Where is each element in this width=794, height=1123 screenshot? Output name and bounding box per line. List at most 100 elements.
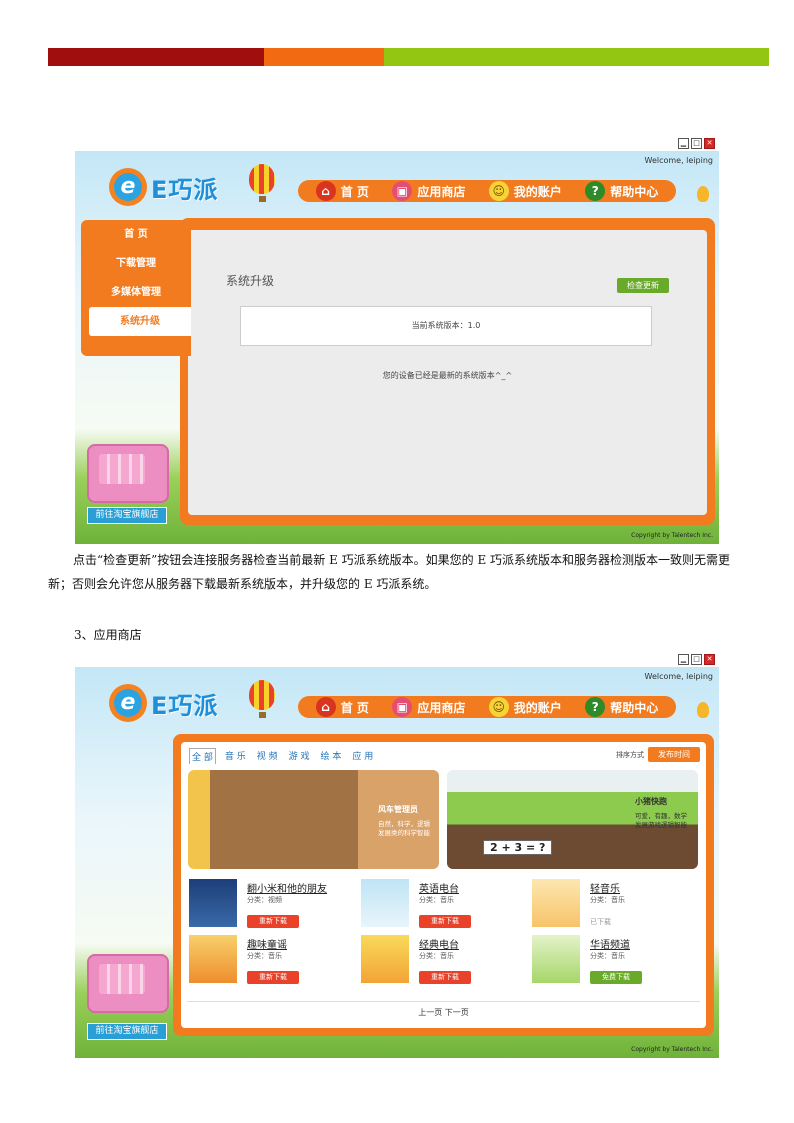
balloon-icon (249, 680, 275, 710)
store-icon: ▣ (392, 181, 413, 201)
tab-games[interactable]: 游 戏 (287, 748, 312, 764)
home-icon: ⌂ (315, 697, 336, 717)
minimize-icon[interactable]: ▁ (678, 654, 689, 665)
app-name[interactable]: 英语电台 (419, 880, 459, 895)
tab-music[interactable]: 音 乐 (223, 748, 248, 764)
logo-text: E巧派 (151, 175, 219, 204)
list-item: 英语电台 分类：音乐 重新下载 (361, 879, 521, 929)
title-bar: ▁ □ ✕ (75, 650, 719, 667)
featured-banner-windmill[interactable]: 风车管理员 自然，科学，逻辑发展类的科学智能 (188, 770, 439, 869)
app-category: 分类：音乐 (590, 896, 625, 904)
tab-picture-books[interactable]: 绘 本 (319, 748, 344, 764)
nav-help-center[interactable]: ? 帮助中心 (585, 181, 658, 201)
nav-my-account[interactable]: ☺ 我的账户 (488, 697, 562, 717)
close-icon[interactable]: ✕ (704, 138, 715, 149)
upgrade-panel: 系统升级 检查更新 当前系统版本：1.0 您的设备已经是最新的系统版本^_^ (188, 230, 707, 515)
maximize-icon[interactable]: □ (691, 654, 702, 665)
latest-version-message: 您的设备已经是最新的系统版本^_^ (382, 371, 513, 380)
help-icon: ? (585, 181, 606, 201)
redownload-button[interactable]: 重新下载 (247, 915, 299, 928)
section-heading-app-store: 3、应用商店 (74, 628, 142, 642)
tab-all[interactable]: 全 部 (189, 748, 216, 764)
app-category: 分类：音乐 (419, 952, 454, 960)
tab-video[interactable]: 视 频 (255, 748, 280, 764)
lightbulb-icon (697, 702, 709, 718)
app-thumbnail[interactable] (361, 879, 409, 927)
balloon-basket (259, 712, 266, 718)
app-name[interactable]: 经典电台 (419, 936, 459, 951)
app-logo: e E巧派 (109, 166, 218, 208)
copyright-text: Copyright by Talentech Inc. (631, 532, 713, 539)
nav-my-account[interactable]: ☺ 我的账户 (488, 181, 562, 201)
content-frame: 系统升级 检查更新 当前系统版本：1.0 您的设备已经是最新的系统版本^_^ (180, 218, 715, 525)
app-thumbnail[interactable] (189, 879, 237, 927)
nav-store-label: 应用商店 (417, 700, 466, 715)
app-thumbnail[interactable] (532, 879, 580, 927)
sidebar-item-home[interactable]: 首 页 (81, 220, 191, 249)
store-frame: 全 部 音 乐 视 频 游 戏 绘 本 应 用 排序方式 发布时间 风车管理员 … (173, 734, 714, 1036)
check-update-button[interactable]: 检查更新 (617, 278, 669, 293)
help-icon: ? (585, 697, 606, 717)
tablet-device-image (87, 444, 169, 503)
math-equation: 2 + 3 = ? (483, 840, 553, 855)
sidebar-item-system-upgrade[interactable]: 系统升级 (89, 307, 191, 336)
banner-desc: 可爱，有趣，数学发展游戏逻辑智能 (635, 812, 687, 829)
banner-desc: 自然，科学，逻辑发展类的科学智能 (378, 820, 430, 837)
tablet-device-image (87, 954, 169, 1013)
nav-app-store[interactable]: ▣ 应用商店 (392, 697, 465, 717)
list-item: 经典电台 分类：音乐 重新下载 (361, 935, 521, 985)
taobao-store-button[interactable]: 前往淘宝旗舰店 (87, 1023, 167, 1040)
color-bar-green (384, 48, 769, 66)
app-name[interactable]: 趣味童谣 (247, 936, 287, 951)
nav-account-label: 我的账户 (513, 184, 562, 199)
sidebar-item-downloads[interactable]: 下载管理 (81, 249, 191, 278)
header-color-bar (48, 48, 769, 66)
downloaded-status: 已下载 (590, 918, 611, 926)
tab-apps[interactable]: 应 用 (350, 748, 375, 764)
logo-text: E巧派 (151, 691, 219, 720)
featured-banner-piggy-run[interactable]: 小猪快跑 可爱，有趣，数学发展游戏逻辑智能 2 + 3 = ? (447, 770, 698, 869)
app-name[interactable]: 翻小米和他的朋友 (247, 880, 327, 895)
category-tabs: 全 部 音 乐 视 频 游 戏 绘 本 应 用 (189, 748, 382, 764)
sidebar-item-multimedia[interactable]: 多媒体管理 (81, 278, 191, 307)
banner-title: 小猪快跑 (635, 797, 667, 806)
app-thumbnail[interactable] (189, 935, 237, 983)
app-thumbnail[interactable] (532, 935, 580, 983)
title-bar: ▁ □ ✕ (75, 134, 719, 151)
nav-home[interactable]: ⌂ 首 页 (315, 181, 369, 201)
app-name[interactable]: 轻音乐 (590, 880, 620, 895)
balloon-icon (249, 164, 275, 194)
list-item: 翻小米和他的朋友 分类：视频 重新下载 (189, 879, 349, 929)
list-item: 华语频道 分类：音乐 免费下载 (532, 935, 692, 985)
redownload-button[interactable]: 重新下载 (419, 915, 471, 928)
balloon-basket (259, 196, 266, 202)
list-item: 轻音乐 分类：音乐 已下载 (532, 879, 692, 929)
minimize-icon[interactable]: ▁ (678, 138, 689, 149)
redownload-button[interactable]: 重新下载 (419, 971, 471, 984)
free-download-button[interactable]: 免费下载 (590, 971, 642, 984)
store-icon: ▣ (392, 697, 413, 717)
description-paragraph: 点击“检查更新”按钮会连接服务器检查当前最新 E 巧派系统版本。如果您的 E 巧… (48, 553, 731, 591)
nav-help-label: 帮助中心 (610, 184, 659, 199)
app-name[interactable]: 华语频道 (590, 936, 630, 951)
taobao-store-button[interactable]: 前往淘宝旗舰店 (87, 507, 167, 524)
nav-help-label: 帮助中心 (610, 700, 659, 715)
nav-store-label: 应用商店 (417, 184, 466, 199)
app-thumbnail[interactable] (361, 935, 409, 983)
close-icon[interactable]: ✕ (704, 654, 715, 665)
divider (187, 1001, 700, 1002)
banner-title: 风车管理员 (378, 805, 418, 814)
nav-account-label: 我的账户 (513, 700, 562, 715)
nav-app-store[interactable]: ▣ 应用商店 (392, 181, 465, 201)
nav-home[interactable]: ⌂ 首 页 (315, 697, 369, 717)
app-category: 分类：音乐 (419, 896, 454, 904)
pagination[interactable]: 上一页 下一页 (181, 1007, 706, 1018)
color-bar-red (48, 48, 264, 66)
redownload-button[interactable]: 重新下载 (247, 971, 299, 984)
screenshot-system-upgrade: ▁ □ ✕ Welcome, leiping e E巧派 ⌂ 首 页 ▣ 应用商店 … (75, 134, 719, 544)
maximize-icon[interactable]: □ (691, 138, 702, 149)
nav-help-center[interactable]: ? 帮助中心 (585, 697, 658, 717)
sort-by-date-button[interactable]: 发布时间 (648, 747, 700, 762)
nav-home-label: 首 页 (340, 184, 369, 199)
screenshot-app-store: ▁ □ ✕ Welcome, leiping e E巧派 ⌂ 首 页 ▣ 应用商店 … (75, 650, 719, 1058)
